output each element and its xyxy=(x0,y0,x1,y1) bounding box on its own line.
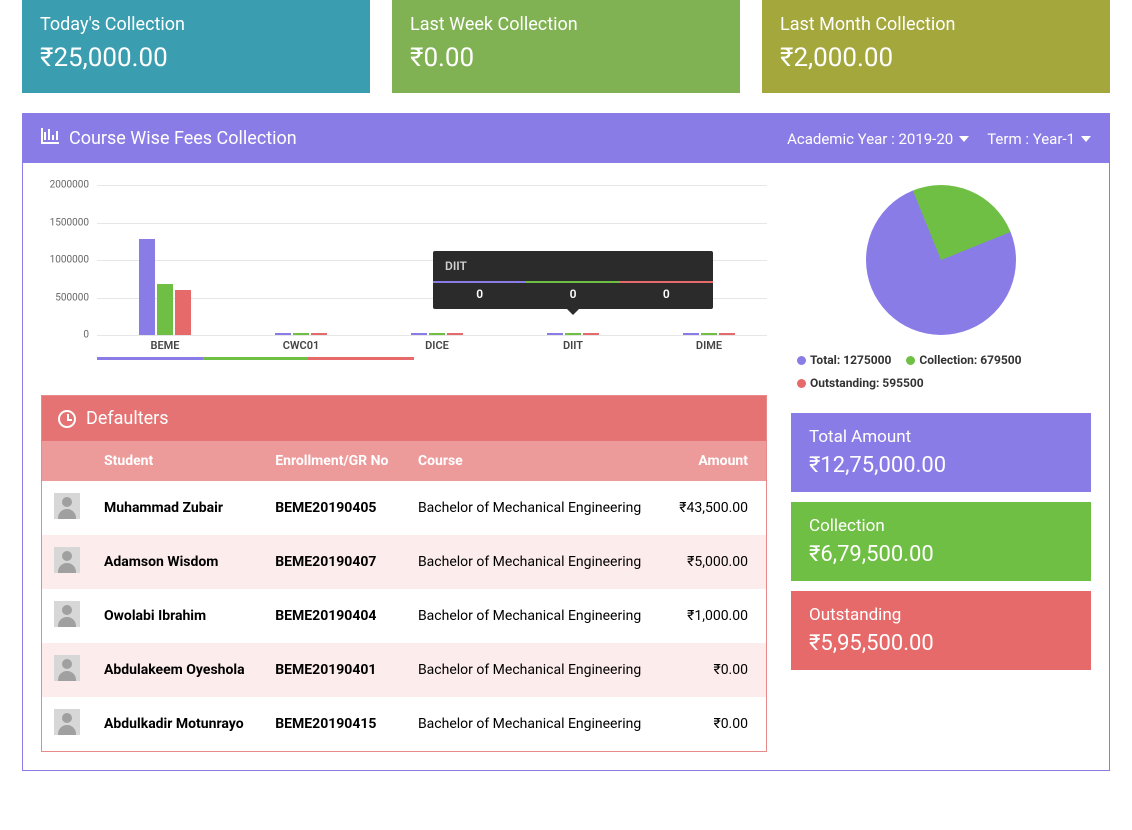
student-name: Adamson Wisdom xyxy=(92,535,263,589)
summary-box: Collection₹6,79,500.00 xyxy=(791,502,1091,581)
enrollment-no: BEME20190405 xyxy=(263,481,406,535)
course-fees-panel: Course Wise Fees Collection Academic Yea… xyxy=(22,113,1110,771)
table-row[interactable]: Muhammad ZubairBEME20190405Bachelor of M… xyxy=(42,481,766,535)
chevron-down-icon xyxy=(1081,136,1091,142)
stat-card-lastweek: Last Week Collection ₹0.00 xyxy=(392,0,740,93)
avatar xyxy=(54,547,80,573)
top-stat-cards: Today's Collection ₹25,000.00 Last Week … xyxy=(0,0,1132,109)
course-name: Bachelor of Mechanical Engineering xyxy=(406,643,663,697)
course-name: Bachelor of Mechanical Engineering xyxy=(406,589,663,643)
table-row[interactable]: Abdulkadir MotunrayoBEME20190415Bachelor… xyxy=(42,697,766,751)
avatar xyxy=(54,601,80,627)
course-fees-bar-chart[interactable]: 0500000100000015000002000000BEMECWC01DIC… xyxy=(41,185,767,375)
amount: ₹5,000.00 xyxy=(663,535,766,589)
stat-label: Today's Collection xyxy=(40,14,352,35)
clock-icon xyxy=(58,410,76,428)
amount: ₹0.00 xyxy=(663,697,766,751)
defaulters-card: Defaulters StudentEnrollment/GR NoCourse… xyxy=(41,395,767,752)
enrollment-no: BEME20190407 xyxy=(263,535,406,589)
table-row[interactable]: Owolabi IbrahimBEME20190404Bachelor of M… xyxy=(42,589,766,643)
summary-pie-chart[interactable]: Total: 1275000 Collection: 679500 Outsta… xyxy=(791,185,1091,395)
course-name: Bachelor of Mechanical Engineering xyxy=(406,535,663,589)
stat-value: ₹25,000.00 xyxy=(40,43,352,73)
enrollment-no: BEME20190404 xyxy=(263,589,406,643)
panel-title: Course Wise Fees Collection xyxy=(69,128,297,149)
table-row[interactable]: Abdulakeem OyesholaBEME20190401Bachelor … xyxy=(42,643,766,697)
enrollment-no: BEME20190401 xyxy=(263,643,406,697)
student-name: Abdulakeem Oyeshola xyxy=(92,643,263,697)
stat-value: ₹0.00 xyxy=(410,43,722,73)
panel-header: Course Wise Fees Collection Academic Yea… xyxy=(23,114,1109,163)
defaulters-table: StudentEnrollment/GR NoCourseAmount Muha… xyxy=(42,441,766,751)
bar-chart-icon xyxy=(41,128,59,149)
summary-box: Total Amount₹12,75,000.00 xyxy=(791,413,1091,492)
course-name: Bachelor of Mechanical Engineering xyxy=(406,697,663,751)
academic-year-dropdown[interactable]: Academic Year : 2019-20 xyxy=(787,130,969,148)
summary-box: Outstanding₹5,95,500.00 xyxy=(791,591,1091,670)
stat-card-today: Today's Collection ₹25,000.00 xyxy=(22,0,370,93)
term-dropdown[interactable]: Term : Year-1 xyxy=(987,130,1091,148)
amount: ₹1,000.00 xyxy=(663,589,766,643)
stat-value: ₹2,000.00 xyxy=(780,43,1092,73)
student-name: Abdulkadir Motunrayo xyxy=(92,697,263,751)
table-row[interactable]: Adamson WisdomBEME20190407Bachelor of Me… xyxy=(42,535,766,589)
stat-card-lastmonth: Last Month Collection ₹2,000.00 xyxy=(762,0,1110,93)
amount: ₹43,500.00 xyxy=(663,481,766,535)
chart-tooltip: DIIT000 xyxy=(433,251,713,309)
chevron-down-icon xyxy=(959,136,969,142)
course-name: Bachelor of Mechanical Engineering xyxy=(406,481,663,535)
amount: ₹0.00 xyxy=(663,643,766,697)
stat-label: Last Month Collection xyxy=(780,14,1092,35)
avatar xyxy=(54,709,80,735)
avatar xyxy=(54,655,80,681)
defaulters-header: Defaulters xyxy=(42,396,766,441)
student-name: Owolabi Ibrahim xyxy=(92,589,263,643)
student-name: Muhammad Zubair xyxy=(92,481,263,535)
enrollment-no: BEME20190415 xyxy=(263,697,406,751)
avatar xyxy=(54,493,80,519)
stat-label: Last Week Collection xyxy=(410,14,722,35)
